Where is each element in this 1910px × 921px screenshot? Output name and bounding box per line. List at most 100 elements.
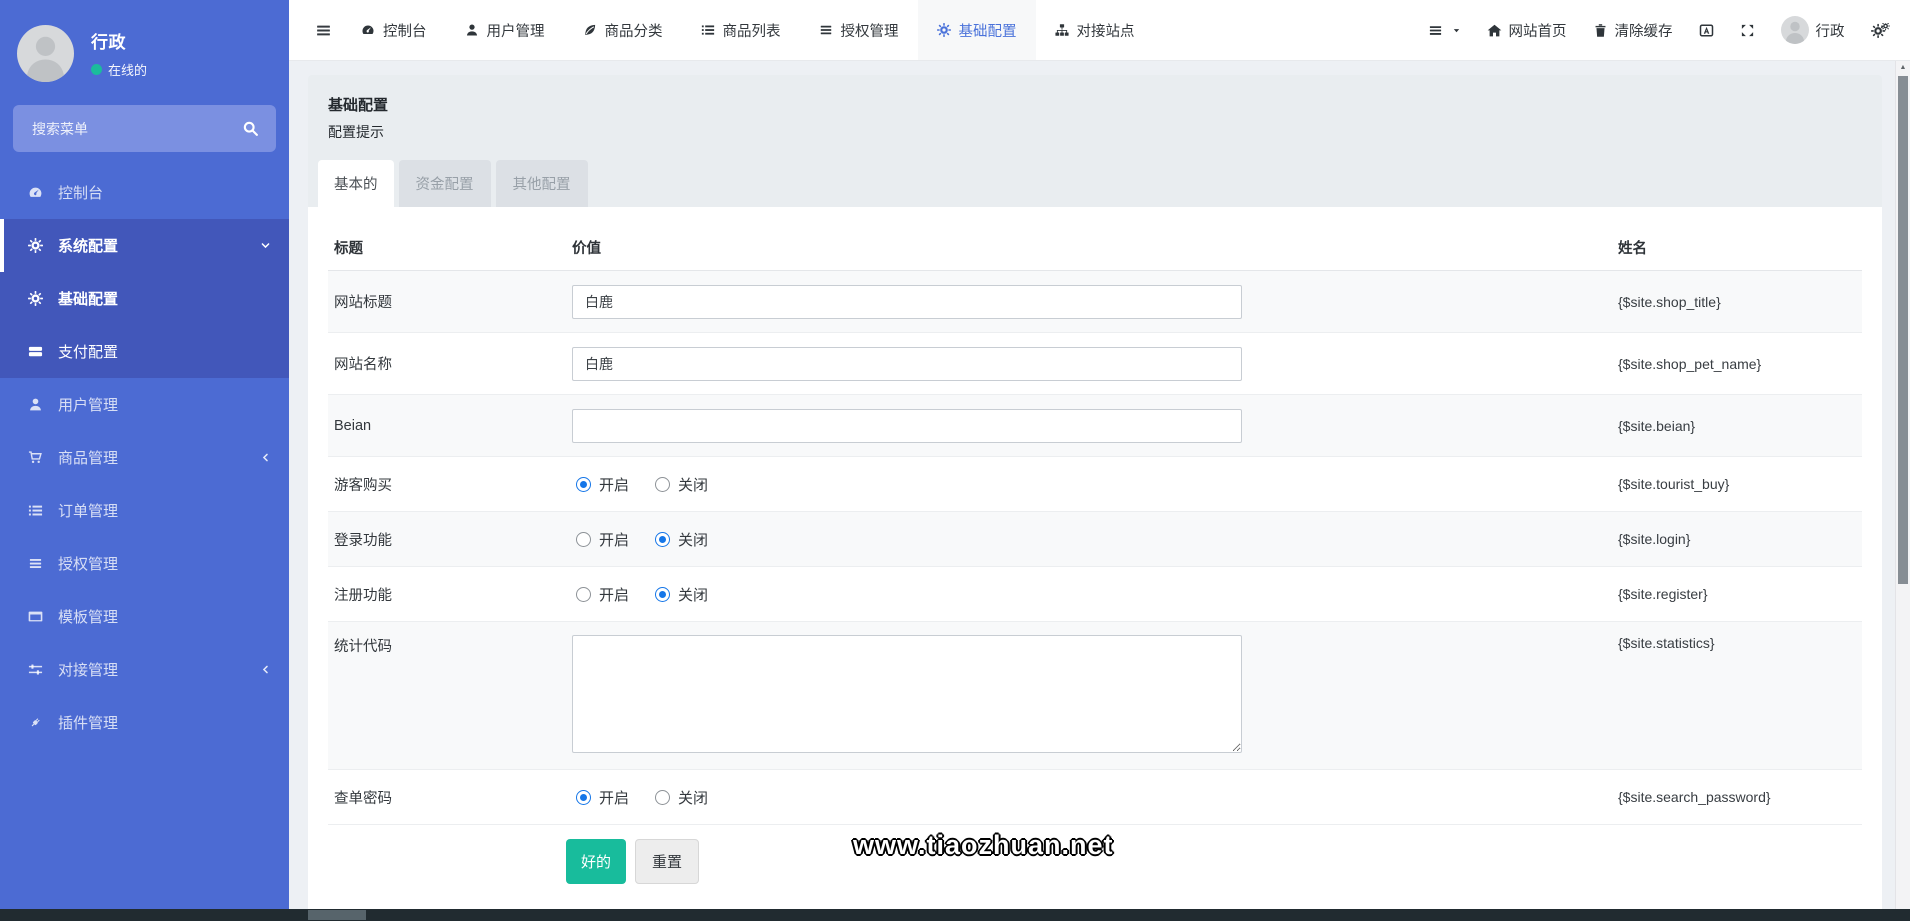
tab-label: 基本的: [334, 173, 378, 194]
topnav-item-goods-category[interactable]: 商品分类: [564, 0, 682, 60]
sidebar-item-label: 授权管理: [58, 553, 118, 574]
sidebar-toggle-button[interactable]: [315, 0, 342, 60]
search-input[interactable]: [30, 120, 242, 138]
sidebar-item-system-config[interactable]: 系统配置: [0, 219, 289, 272]
chevron-down-icon: [260, 240, 271, 251]
sidebar-item-order-mgmt[interactable]: 订单管理: [0, 484, 289, 537]
nav-tool-translate[interactable]: [1699, 23, 1714, 38]
topnav-item-label: 商品分类: [605, 20, 663, 41]
config-table: 标题 价值 姓名 网站标题{$site.shop_title}网站名称{$sit…: [328, 207, 1862, 909]
topnav-item-dock-site[interactable]: 对接站点: [1036, 0, 1154, 60]
statistics-textarea[interactable]: [572, 635, 1242, 753]
scroll-up-icon[interactable]: ▲: [1896, 60, 1910, 71]
text-input[interactable]: [572, 409, 1242, 443]
profile: 行政 在线的: [0, 0, 289, 82]
gear-icon: [25, 238, 45, 253]
row-name: {$site.statistics}: [1612, 622, 1862, 651]
nav-tool-settings[interactable]: [1871, 23, 1891, 38]
online-dot: [91, 64, 102, 75]
radio-option[interactable]: 开启: [576, 787, 629, 808]
main-area: 基础配置 配置提示 基本的资金配置其他配置 标题 价值 姓名 网站标题{$sit…: [289, 60, 1910, 909]
online-status: 在线的: [108, 60, 147, 79]
horizontal-scrollbar[interactable]: [0, 909, 1910, 921]
radio-checked-icon[interactable]: [576, 790, 591, 805]
sidebar-item-dock-mgmt[interactable]: 对接管理: [0, 643, 289, 696]
list-icon: [25, 503, 45, 518]
sidebar-item-label: 订单管理: [58, 500, 118, 521]
sidebar-item-goods-mgmt[interactable]: 商品管理: [0, 431, 289, 484]
nav-tool-menu[interactable]: [1428, 23, 1461, 38]
radio-option[interactable]: 关闭: [655, 529, 708, 550]
tab-basic[interactable]: 基本的: [318, 160, 394, 207]
radio-group: 开启 关闭: [572, 529, 1612, 550]
row-name: {$site.beian}: [1612, 418, 1862, 434]
table-row: 网站名称{$site.shop_pet_name}: [328, 333, 1862, 395]
nav-tool-site-home[interactable]: 网站首页: [1487, 20, 1567, 41]
gear-icon: [25, 291, 45, 306]
sidebar-item-payment-config[interactable]: 支付配置: [0, 325, 289, 378]
radio-unchecked-icon[interactable]: [655, 790, 670, 805]
tachometer-icon: [25, 185, 45, 200]
row-label: Beian: [328, 418, 566, 434]
topnav: 控制台 用户管理 商品分类商品列表 授权管理 基础配置对接站点 网站首页 清除缓存 行政: [289, 0, 1910, 61]
radio-option[interactable]: 开启: [576, 584, 629, 605]
text-input[interactable]: [572, 347, 1242, 381]
nav-tool-user[interactable]: 行政: [1781, 16, 1845, 44]
sidebar-item-label: 商品管理: [58, 447, 118, 468]
row-value-cell: 开启 关闭: [566, 474, 1612, 495]
ok-button[interactable]: 好的: [566, 839, 626, 884]
topnav-item-auth[interactable]: 授权管理: [800, 0, 918, 60]
radio-group: 开启 关闭: [572, 787, 1612, 808]
expand-icon: [1740, 23, 1755, 38]
radio-unchecked-icon[interactable]: [576, 532, 591, 547]
radio-unchecked-icon[interactable]: [655, 477, 670, 492]
tab-funds[interactable]: 资金配置: [399, 160, 491, 207]
topnav-item-label: 基础配置: [959, 20, 1017, 41]
search-icon[interactable]: [242, 120, 259, 137]
topnav-item-users[interactable]: 用户管理: [446, 0, 564, 60]
tab-other[interactable]: 其他配置: [496, 160, 588, 207]
topnav-item-goods-list[interactable]: 商品列表: [682, 0, 800, 60]
radio-option[interactable]: 关闭: [655, 474, 708, 495]
tachometer-icon: [361, 23, 375, 37]
sidebar-item-plugin-mgmt[interactable]: 插件管理: [0, 696, 289, 749]
topnav-item-console[interactable]: 控制台: [342, 0, 446, 60]
home-icon: [1487, 23, 1502, 38]
radio-checked-icon[interactable]: [655, 587, 670, 602]
vertical-scrollbar-thumb[interactable]: [1898, 76, 1908, 584]
reset-button[interactable]: 重置: [635, 839, 699, 884]
card-header: 基础配置 配置提示 基本的资金配置其他配置: [308, 75, 1882, 207]
plug-icon: [25, 715, 45, 730]
sliders-icon: [25, 662, 45, 677]
radio-option-label: 关闭: [678, 584, 708, 605]
topnav-items: 控制台 用户管理 商品分类商品列表 授权管理 基础配置对接站点: [289, 0, 1154, 60]
topnav-item-basic-config[interactable]: 基础配置: [918, 0, 1036, 60]
hamburger-icon: [1428, 23, 1443, 38]
sidebar-item-console[interactable]: 控制台: [0, 166, 289, 219]
radio-option[interactable]: 开启: [576, 474, 629, 495]
horizontal-scrollbar-thumb[interactable]: [308, 910, 366, 920]
sidebar-item-user-mgmt[interactable]: 用户管理: [0, 378, 289, 431]
radio-checked-icon[interactable]: [576, 477, 591, 492]
radio-checked-icon[interactable]: [655, 532, 670, 547]
radio-option[interactable]: 关闭: [655, 787, 708, 808]
sidebar-item-auth-mgmt[interactable]: 授权管理: [0, 537, 289, 590]
row-value-cell: [566, 622, 1612, 757]
tabs: 基本的资金配置其他配置: [318, 160, 588, 207]
column-header-name: 姓名: [1612, 237, 1862, 258]
nav-tool-fullscreen[interactable]: [1740, 23, 1755, 38]
sidebar-item-label: 插件管理: [58, 712, 118, 733]
avatar[interactable]: [17, 25, 74, 82]
user-icon: [25, 397, 45, 412]
row-label: 网站标题: [328, 291, 566, 312]
nav-tool-clear-cache[interactable]: 清除缓存: [1593, 20, 1673, 41]
sidebar-item-template-mgmt[interactable]: 模板管理: [0, 590, 289, 643]
sidebar-item-basic-config[interactable]: 基础配置: [0, 272, 289, 325]
radio-option[interactable]: 开启: [576, 529, 629, 550]
radio-unchecked-icon[interactable]: [576, 587, 591, 602]
text-input[interactable]: [572, 285, 1242, 319]
topnav-item-label: 授权管理: [841, 20, 899, 41]
radio-option[interactable]: 关闭: [655, 584, 708, 605]
vertical-scrollbar[interactable]: ▲: [1895, 60, 1910, 909]
topnav-item-label: 用户管理: [487, 20, 545, 41]
